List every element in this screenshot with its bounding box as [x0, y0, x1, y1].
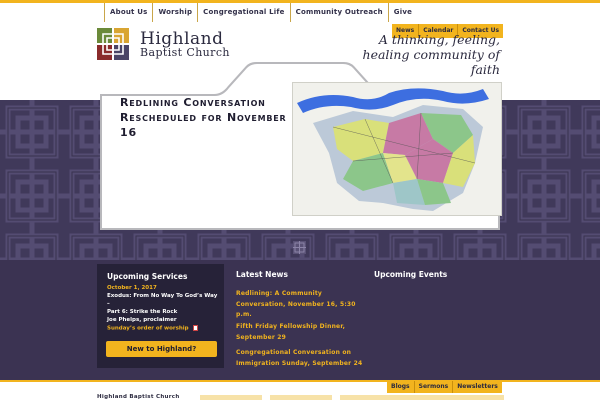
- new-to-highland-button[interactable]: New to Highland?: [106, 341, 217, 357]
- church-logo-icon[interactable]: [97, 28, 129, 60]
- order-of-worship-label[interactable]: Sunday’s order of worship: [107, 326, 189, 332]
- sermon-series: Exodus: From No Way To God’s Way: [107, 293, 218, 299]
- news-item-fifth-friday[interactable]: Fifth Friday Fellowship Dinner, Septembe…: [236, 322, 366, 343]
- top-bar: About Us Worship Congregational Life Com…: [0, 0, 600, 24]
- services-date: October 1, 2017: [107, 285, 157, 291]
- map-graphic: [293, 83, 501, 215]
- sermon-proclaimer: Joe Phelps, proclaimer: [107, 317, 177, 323]
- main-nav: About Us Worship Congregational Life Com…: [104, 3, 417, 22]
- nav-worship[interactable]: Worship: [153, 3, 199, 22]
- nav-about-us[interactable]: About Us: [104, 3, 154, 22]
- lower-gold-line: [0, 380, 600, 382]
- nav-community-outreach[interactable]: Community Outreach: [291, 3, 389, 22]
- footer-church-name: Highland Baptist Church: [97, 394, 180, 400]
- footer-box-2: [270, 395, 332, 400]
- feature-headline[interactable]: Redlining Conversation Rescheduled for N…: [120, 95, 290, 140]
- tab-sermons[interactable]: Sermons: [414, 381, 454, 393]
- sermon-part: Part 6: Strike the Rock: [107, 309, 178, 315]
- news-item-redlining[interactable]: Redlining: A Community Conversation, Nov…: [236, 289, 366, 321]
- nav-congregational-life[interactable]: Congregational Life: [198, 3, 291, 22]
- nav-give[interactable]: Give: [389, 3, 417, 22]
- tab-blogs[interactable]: Blogs: [387, 381, 415, 393]
- brand-subname[interactable]: Baptist Church: [140, 46, 230, 59]
- tab-newsletters[interactable]: Newsletters: [453, 381, 502, 393]
- news-item-immigration[interactable]: Congregational Conversation on Immigrati…: [236, 348, 366, 369]
- document-icon[interactable]: [192, 325, 198, 331]
- bottom-tabs: Blogs Sermons Newsletters: [387, 381, 502, 393]
- services-dash: –: [107, 301, 110, 307]
- latest-news-heading: Latest News: [236, 270, 288, 279]
- footer-box-1: [200, 395, 262, 400]
- small-emblem-icon: [293, 241, 306, 254]
- services-heading: Upcoming Services: [107, 272, 188, 281]
- footer-box-3: [340, 395, 504, 400]
- upcoming-services-panel: Upcoming Services October 1, 2017 Exodus…: [97, 264, 224, 368]
- upcoming-events-heading: Upcoming Events: [374, 270, 448, 279]
- order-of-worship-link[interactable]: Sunday’s order of worship: [107, 325, 198, 332]
- redlining-map-image[interactable]: [292, 82, 502, 216]
